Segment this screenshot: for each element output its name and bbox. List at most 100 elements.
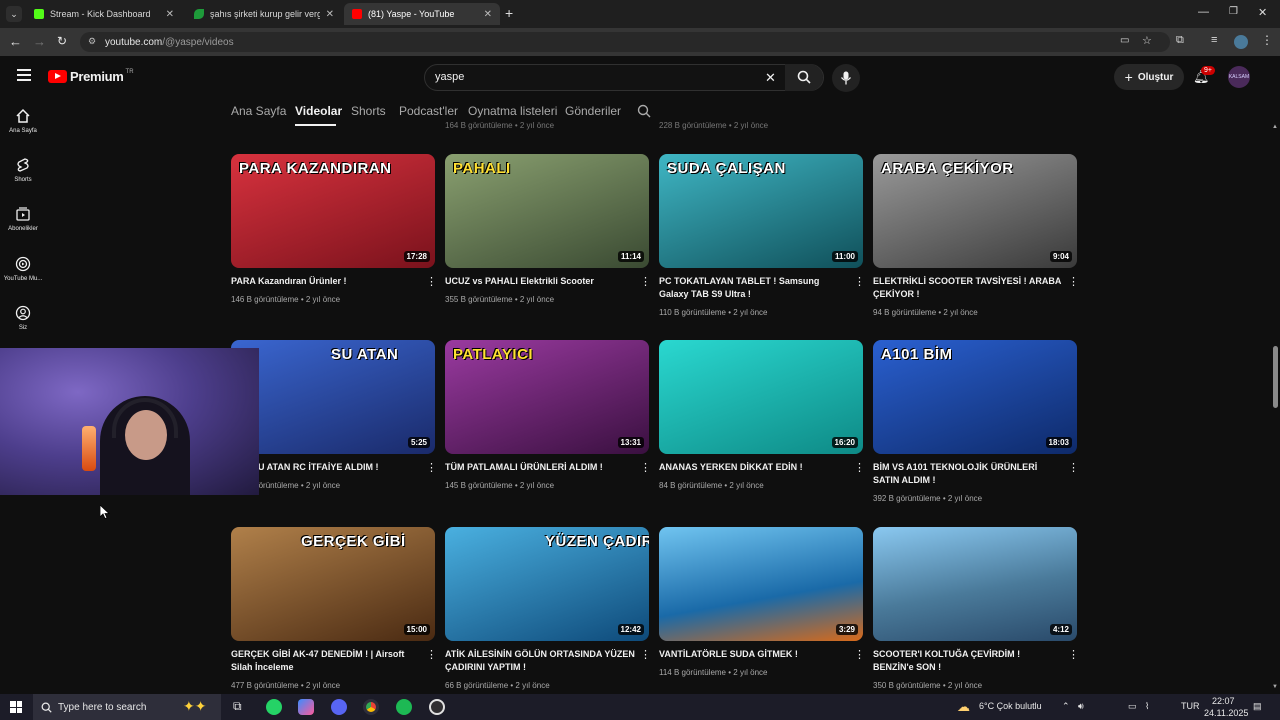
video-card[interactable]: A101 BİM 18:03 BİM VS A101 TEKNOLOJİK ÜR…: [873, 340, 1077, 503]
more-actions-icon[interactable]: ⋮: [640, 463, 651, 474]
search-input[interactable]: yaspe: [435, 71, 464, 83]
close-window-icon[interactable]: ✕: [1258, 6, 1267, 19]
video-title[interactable]: VANTİLATÖRLE SUDA GİTMEK !: [659, 648, 849, 661]
more-actions-icon[interactable]: ⋮: [1068, 650, 1077, 661]
create-button[interactable]: + Oluştur: [1114, 64, 1184, 90]
rail-item-home[interactable]: Ana Sayfa: [0, 108, 46, 134]
close-tab-icon[interactable]: ✕: [326, 9, 334, 20]
address-bar[interactable]: ⚙ youtube.com/@yaspe/videos: [80, 32, 1170, 52]
video-thumbnail[interactable]: SU ATAN 5:25: [231, 340, 435, 454]
browser-menu-icon[interactable]: ⋮: [1261, 33, 1273, 47]
browser-tab-youtube[interactable]: (81) Yaspe - YouTube ✕: [344, 3, 500, 25]
video-card[interactable]: YÜZEN ÇADIR 12:42 ATİK AİLESİNİN GÖLÜN O…: [445, 527, 651, 690]
network-icon[interactable]: ▭: [1128, 701, 1137, 712]
video-thumbnail[interactable]: ARABA ÇEKİYOR 9:04: [873, 154, 1077, 268]
clock-date[interactable]: 24.11.2025: [1204, 708, 1248, 718]
video-title[interactable]: TÜM PATLAMALI ÜRÜNLERİ ALDIM !: [445, 461, 635, 474]
more-actions-icon[interactable]: ⋮: [854, 650, 865, 661]
channel-search-icon[interactable]: [637, 104, 651, 118]
video-title[interactable]: GERÇEK GİBİ AK-47 DENEDİM ! | Airsoft Si…: [231, 648, 421, 674]
whatsapp-icon[interactable]: [266, 699, 282, 715]
more-actions-icon[interactable]: ⋮: [640, 650, 651, 661]
video-thumbnail[interactable]: 4:12: [873, 527, 1077, 641]
chrome-icon[interactable]: [363, 699, 379, 715]
windows-start-icon[interactable]: [10, 701, 22, 713]
rail-item-you[interactable]: Siz: [0, 305, 46, 331]
scroll-up-arrow-icon[interactable]: ▲: [1272, 124, 1278, 130]
video-card[interactable]: SUDA ÇALIŞAN 11:00 PC TOKATLAYAN TABLET …: [659, 154, 865, 317]
more-actions-icon[interactable]: ⋮: [426, 463, 437, 474]
tab-home[interactable]: Ana Sayfa: [231, 104, 286, 118]
tab-search-dropdown[interactable]: ⌄: [6, 6, 22, 22]
video-title[interactable]: ELEKTRİKLİ SCOOTER TAVSİYESİ ! ARABA ÇEK…: [873, 275, 1063, 301]
browser-tab-kick[interactable]: Stream - Kick Dashboard ✕: [26, 3, 182, 25]
video-thumbnail[interactable]: PARA KAZANDIRAN 17:28: [231, 154, 435, 268]
video-card[interactable]: ARABA ÇEKİYOR 9:04 ELEKTRİKLİ SCOOTER TA…: [873, 154, 1077, 317]
volume-icon[interactable]: 🔊︎: [1078, 701, 1084, 712]
more-actions-icon[interactable]: ⋮: [426, 650, 437, 661]
tab-podcasts[interactable]: Podcast'ler: [399, 104, 458, 118]
weather-text[interactable]: 6°C Çok bulutlu: [979, 701, 1042, 711]
video-card[interactable]: 3:29 VANTİLATÖRLE SUDA GİTMEK ! 114 B gö…: [659, 527, 865, 677]
rail-item-subscriptions[interactable]: Abonelikler: [0, 206, 46, 232]
task-view-icon[interactable]: ⧉: [233, 699, 242, 714]
video-card[interactable]: PARA KAZANDIRAN 17:28 PARA Kazandıran Ür…: [231, 154, 437, 304]
video-title[interactable]: UCUZ vs PAHALI Elektrikli Scooter: [445, 275, 635, 288]
voice-search-button[interactable]: [832, 64, 860, 92]
video-card[interactable]: 4:12 SCOOTER'I KOLTUĞA ÇEVİRDİM ! BENZİN…: [873, 527, 1077, 690]
scroll-down-arrow-icon[interactable]: ▼: [1272, 684, 1278, 690]
video-title[interactable]: BİM VS A101 TEKNOLOJİK ÜRÜNLERİ SATIN AL…: [873, 461, 1063, 487]
cast-icon[interactable]: ▭: [1120, 35, 1129, 46]
video-thumbnail[interactable]: 16:20: [659, 340, 863, 454]
video-card[interactable]: 16:20 ANANAS YERKEN DİKKAT EDİN ! 84 B g…: [659, 340, 865, 490]
restore-window-icon[interactable]: ❐: [1229, 6, 1238, 17]
site-info-icon[interactable]: ⚙: [88, 36, 96, 47]
video-thumbnail[interactable]: PAHALI 11:14: [445, 154, 649, 268]
close-tab-icon[interactable]: ✕: [166, 9, 174, 20]
video-thumbnail[interactable]: GERÇEK GİBİ 15:00: [231, 527, 435, 641]
discord-icon[interactable]: [331, 699, 347, 715]
close-tab-icon[interactable]: ✕: [484, 9, 492, 20]
new-tab-button[interactable]: +: [505, 5, 513, 21]
reading-list-icon[interactable]: ≡: [1211, 34, 1217, 46]
wifi-icon[interactable]: ⌇: [1145, 701, 1149, 712]
taskbar-search[interactable]: Type here to search ✦✦: [33, 694, 221, 720]
video-thumbnail[interactable]: PATLAYICI 13:31: [445, 340, 649, 454]
more-actions-icon[interactable]: ⋮: [1068, 463, 1077, 474]
more-actions-icon[interactable]: ⋮: [1068, 277, 1077, 288]
profile-icon[interactable]: [1234, 35, 1248, 49]
video-thumbnail[interactable]: 3:29: [659, 527, 863, 641]
hamburger-menu-icon[interactable]: [17, 69, 31, 81]
tab-posts[interactable]: Gönderiler: [565, 104, 621, 118]
rail-item-shorts[interactable]: Shorts: [0, 157, 46, 183]
more-actions-icon[interactable]: ⋮: [854, 277, 865, 288]
video-thumbnail[interactable]: SUDA ÇALIŞAN 11:00: [659, 154, 863, 268]
video-card[interactable]: PATLAYICI 13:31 TÜM PATLAMALI ÜRÜNLERİ A…: [445, 340, 651, 490]
video-card[interactable]: GERÇEK GİBİ 15:00 GERÇEK GİBİ AK-47 DENE…: [231, 527, 437, 690]
account-avatar[interactable]: KALSAM: [1228, 66, 1250, 88]
notifications-center-icon[interactable]: ▤: [1253, 701, 1262, 712]
more-actions-icon[interactable]: ⋮: [426, 277, 437, 288]
search-button[interactable]: [785, 64, 823, 91]
clock-time[interactable]: 22:07: [1212, 696, 1235, 706]
minimize-window-icon[interactable]: —: [1198, 6, 1209, 18]
back-arrow-icon[interactable]: ←: [9, 34, 22, 49]
browser-tab-vergi[interactable]: şahıs şirketi kurup gelir vergisin ✕: [186, 3, 342, 25]
tab-videos[interactable]: Videolar: [295, 104, 342, 118]
clear-search-icon[interactable]: ✕: [765, 70, 776, 86]
rail-item-youtube-music[interactable]: YouTube Mu...: [0, 256, 46, 282]
obs-icon[interactable]: [429, 699, 445, 715]
video-title[interactable]: SCOOTER'I KOLTUĞA ÇEVİRDİM ! BENZİN'e SO…: [873, 648, 1063, 674]
spotify-icon[interactable]: [396, 699, 412, 715]
video-thumbnail[interactable]: YÜZEN ÇADIR 12:42: [445, 527, 649, 641]
video-thumbnail[interactable]: A101 BİM 18:03: [873, 340, 1077, 454]
scrollbar-thumb[interactable]: [1273, 346, 1278, 408]
video-title[interactable]: PC TOKATLAYAN TABLET ! Samsung Galaxy TA…: [659, 275, 849, 301]
video-title[interactable]: DEV SU ATAN RC İTFAİYE ALDIM !: [231, 461, 421, 474]
video-card[interactable]: SU ATAN 5:25 DEV SU ATAN RC İTFAİYE ALDI…: [231, 340, 437, 490]
video-title[interactable]: ATİK AİLESİNİN GÖLÜN ORTASINDA YÜZEN ÇAD…: [445, 648, 635, 674]
forward-arrow-icon[interactable]: →: [33, 34, 46, 49]
video-card[interactable]: PAHALI 11:14 UCUZ vs PAHALI Elektrikli S…: [445, 154, 651, 304]
search-box[interactable]: yaspe ✕: [424, 64, 824, 91]
bookmark-star-icon[interactable]: ☆: [1142, 34, 1152, 47]
